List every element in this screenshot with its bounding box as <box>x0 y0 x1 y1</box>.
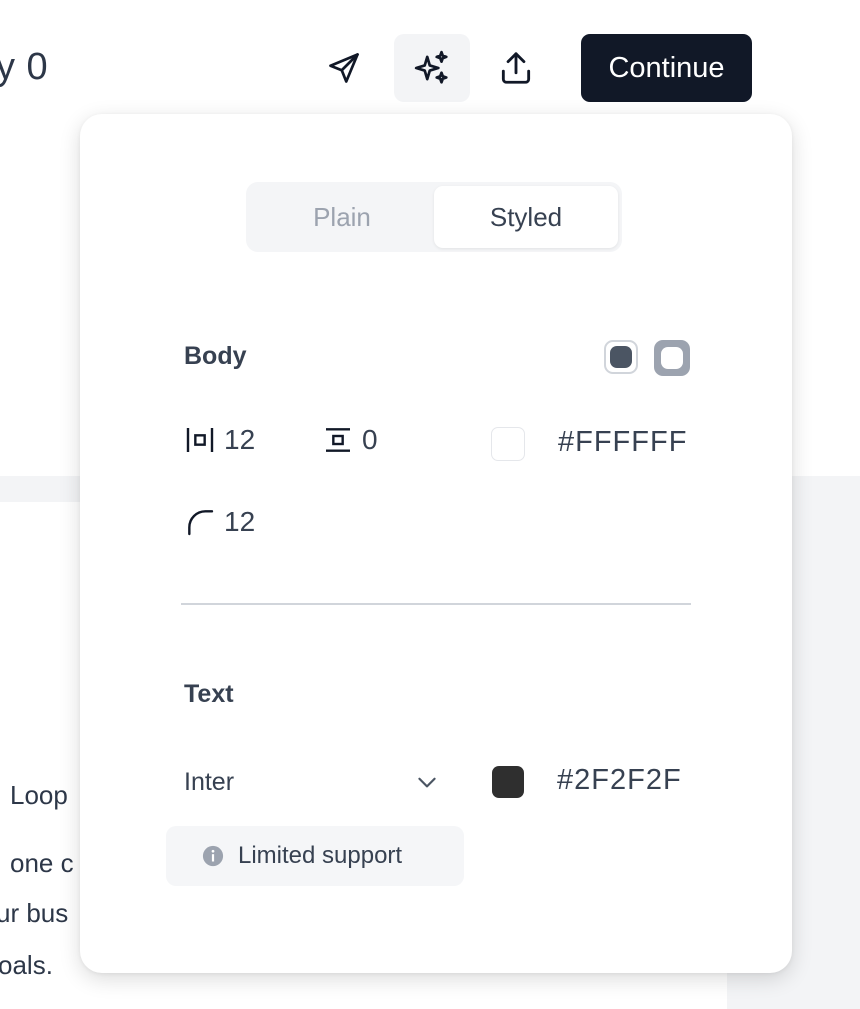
mode-segmented-control: Plain Styled <box>246 182 622 252</box>
limited-support-note: Limited support <box>166 826 464 886</box>
chevron-down-icon <box>414 769 440 795</box>
limited-support-label: Limited support <box>238 842 403 869</box>
send-icon <box>326 50 362 86</box>
body-section-title: Body <box>184 342 247 370</box>
body-text-fragment: ur bus <box>0 898 69 928</box>
spacing-value: 0 <box>362 424 378 455</box>
send-button[interactable] <box>306 34 382 102</box>
text-color-swatch[interactable] <box>492 766 524 798</box>
share-button[interactable] <box>478 34 554 102</box>
sparkles-icon <box>413 49 451 87</box>
text-color-hex[interactable]: #2F2F2F <box>557 764 682 797</box>
font-family-select[interactable]: Inter <box>184 762 440 802</box>
page-title-fragment: y 0 <box>0 46 49 88</box>
corner-radius-icon <box>184 506 216 538</box>
padding-icon <box>184 424 216 456</box>
background-color-swatch[interactable] <box>491 427 525 461</box>
font-family-value: Inter <box>184 767 235 796</box>
mode-option-styled[interactable]: Styled <box>434 186 618 248</box>
ai-assist-button[interactable] <box>394 34 470 102</box>
body-style-filled-option[interactable] <box>604 340 638 374</box>
canvas: y 0 Loop one c ur bus oals. Continue Pla… <box>0 0 860 1009</box>
body-text-fragment: Loop <box>10 780 68 810</box>
corner-radius-field[interactable]: 12 <box>184 506 255 538</box>
background-color-hex[interactable]: #FFFFFF <box>558 426 687 459</box>
body-text-fragment: oals. <box>0 950 53 980</box>
spacing-icon <box>322 424 354 456</box>
corner-radius-value: 12 <box>224 506 256 537</box>
body-text-fragment: one c <box>10 848 74 878</box>
padding-value: 12 <box>224 424 256 455</box>
style-popover: Plain Styled Body 12 0 #FFFFFF 12 Text I… <box>80 114 792 973</box>
section-divider <box>181 603 691 605</box>
body-style-outline-option[interactable] <box>654 340 690 376</box>
upload-icon <box>497 49 535 87</box>
continue-button[interactable]: Continue <box>581 34 752 102</box>
mode-option-plain[interactable]: Plain <box>250 186 434 248</box>
spacing-field[interactable]: 0 <box>322 424 378 456</box>
info-icon <box>202 845 224 867</box>
text-section-title: Text <box>184 680 234 708</box>
padding-field[interactable]: 12 <box>184 424 255 456</box>
